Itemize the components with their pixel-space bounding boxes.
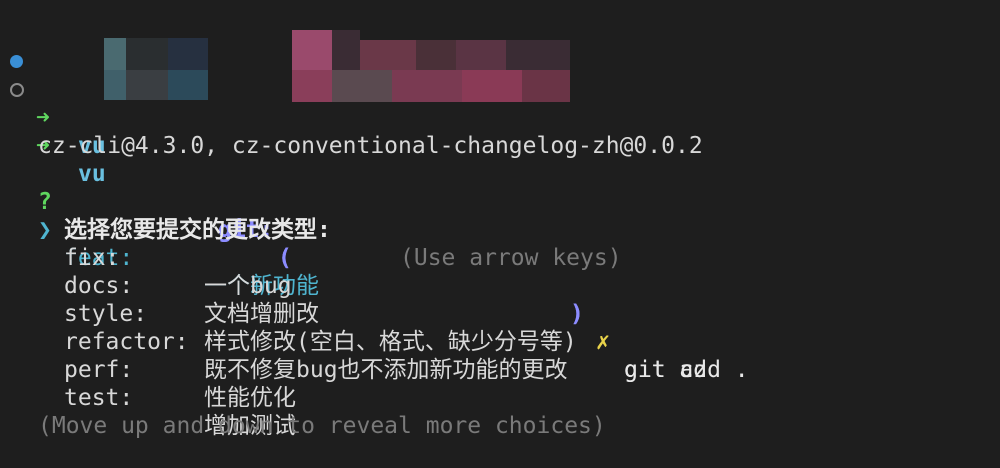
redacted-directory bbox=[104, 70, 208, 100]
footer-hint: (Move up and down to reveal more choices… bbox=[38, 413, 606, 439]
version-line: cz-cli@4.3.0, cz-conventional-changelog-… bbox=[0, 104, 1000, 159]
footer-hint-line: (Move up and down to reveal more choices… bbox=[0, 384, 1000, 439]
choice-docs[interactable]: docs: 文档增删改 bbox=[0, 244, 1000, 327]
choice-feat[interactable]: ❯ feat: 一个新功能 bbox=[0, 188, 1000, 299]
active-command-dot-icon bbox=[10, 55, 23, 68]
question-line: ? 选择您要提交的更改类型: (Use arrow keys) bbox=[0, 160, 1000, 271]
command-marker-icon bbox=[10, 83, 24, 97]
version-text: cz-cli@4.3.0, cz-conventional-changelog-… bbox=[38, 133, 703, 159]
choice-test[interactable]: test: 增加测试 bbox=[0, 356, 1000, 439]
choice-perf[interactable]: perf: 性能优化 bbox=[0, 328, 1000, 411]
redacted-branch bbox=[292, 70, 570, 102]
choice-fix[interactable]: fix: 一个bug bbox=[0, 216, 1000, 299]
choice-refactor[interactable]: refactor: 既不修复bug也不添加新功能的更改 bbox=[0, 300, 1000, 383]
prompt-line-2: ➜ vu git: ( ) ✗ git cz bbox=[0, 70, 1000, 383]
choice-style[interactable]: style: 样式修改(空白、格式、缺少分号等) bbox=[0, 272, 1000, 355]
